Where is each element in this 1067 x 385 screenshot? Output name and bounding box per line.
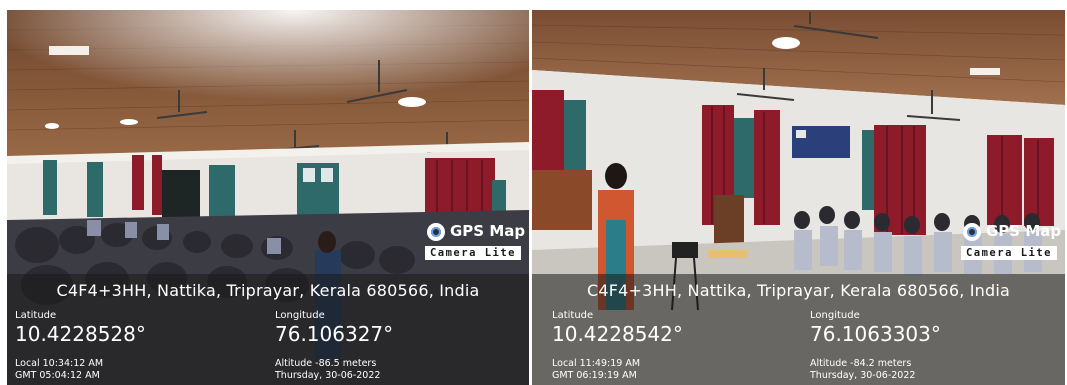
brand-label: GPS Map <box>450 222 526 240</box>
gps-map-camera-badge: GPS Map Camera Lite <box>953 219 1061 263</box>
photo-collage: GPS Map Camera Lite C4F4+3HH, Nattika, T… <box>0 0 1067 385</box>
longitude-label: Longitude <box>275 310 325 321</box>
altitude-text: Altitude -84.2 meters <box>810 358 912 369</box>
latitude-label: Latitude <box>15 310 57 321</box>
local-time: Local 11:49:19 AM <box>552 358 641 369</box>
brand-sub-label: Camera Lite <box>961 246 1057 260</box>
address-text: C4F4+3HH, Nattika, Triprayar, Kerala 680… <box>56 281 480 300</box>
gps-info-panel: C4F4+3HH, Nattika, Triprayar, Kerala 680… <box>532 274 1065 385</box>
brand-label: GPS Map <box>986 222 1062 240</box>
altitude-text: Altitude -86.5 meters <box>275 358 377 369</box>
date-text: Thursday, 30-06-2022 <box>810 370 916 381</box>
gmt-time: GMT 06:19:19 AM <box>552 370 637 381</box>
address-text: C4F4+3HH, Nattika, Triprayar, Kerala 680… <box>586 281 1011 300</box>
gps-info-panel: C4F4+3HH, Nattika, Triprayar, Kerala 680… <box>7 274 529 385</box>
local-time: Local 10:34:12 AM <box>15 358 104 369</box>
latitude-value: 10.4228528° <box>15 322 146 346</box>
brand-sub-label: Camera Lite <box>425 246 521 260</box>
geotagged-photo-1: GPS Map Camera Lite C4F4+3HH, Nattika, T… <box>7 10 529 385</box>
gps-map-camera-badge: GPS Map Camera Lite <box>417 219 525 263</box>
longitude-value: 76.106327° <box>275 322 394 346</box>
gmt-time: GMT 05:04:12 AM <box>15 370 100 381</box>
camera-icon <box>427 223 445 241</box>
date-text: Thursday, 30-06-2022 <box>275 370 381 381</box>
camera-icon <box>963 223 981 241</box>
latitude-value: 10.4228542° <box>552 322 683 346</box>
latitude-label: Latitude <box>552 310 594 321</box>
longitude-label: Longitude <box>810 310 860 321</box>
longitude-value: 76.1063303° <box>810 322 941 346</box>
geotagged-photo-2: GPS Map Camera Lite C4F4+3HH, Nattika, T… <box>532 10 1065 385</box>
